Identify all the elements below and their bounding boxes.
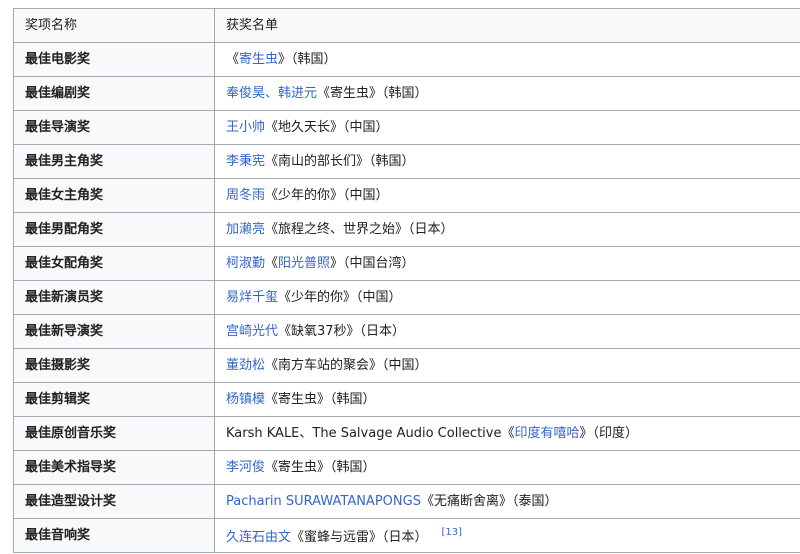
column-header-winners: 获奖名单: [214, 8, 800, 43]
winner-link[interactable]: 易烊千玺: [226, 290, 278, 305]
winners-cell: 久连石由文《蜜蜂与远雷》（日本） [13]: [214, 518, 800, 553]
winner-text: 《: [265, 255, 279, 271]
table-row: 最佳男配角奖 加濑亮《旅程之终、世界之始》（日本）: [13, 212, 800, 247]
winner-link[interactable]: 久连石由文: [226, 530, 291, 545]
winner-link[interactable]: 周冬雨: [226, 188, 265, 203]
winner-link[interactable]: 寄生虫: [239, 52, 278, 67]
winners-cell: 柯淑勤《阳光普照》（中国台湾）: [214, 246, 800, 281]
table-row: 最佳摄影奖 董劲松《南方车站的聚会》（中国）: [13, 348, 800, 383]
column-header-award: 奖项名称: [13, 8, 215, 43]
award-name-cell: 最佳造型设计奖: [13, 484, 215, 519]
winner-link[interactable]: 加濑亮: [226, 222, 265, 237]
award-name-cell: 最佳电影奖: [13, 42, 215, 77]
table-row: 最佳电影奖 《寄生虫》（韩国）: [13, 42, 800, 77]
winners-cell: 《寄生虫》（韩国）: [214, 42, 800, 77]
winner-link[interactable]: 董劲松: [226, 358, 265, 373]
table-row: 最佳新演员奖 易烊千玺《少年的你》（中国）: [13, 280, 800, 315]
award-name-cell: 最佳剪辑奖: [13, 382, 215, 417]
table-body: 最佳电影奖 《寄生虫》（韩国） 最佳编剧奖 奉俊昊、韩进元《寄生虫》（韩国） 最佳导演奖…: [13, 42, 800, 553]
winner-text: 》（中国台湾）: [330, 255, 415, 271]
winner-link[interactable]: 奉俊昊、韩进元: [226, 86, 317, 101]
table-row: 最佳导演奖 王小帅《地久天长》（中国）: [13, 110, 800, 145]
table-row: 最佳编剧奖 奉俊昊、韩进元《寄生虫》（韩国）: [13, 76, 800, 111]
winner-link[interactable]: 印度有嘻哈: [514, 426, 579, 441]
winner-text: 》（印度）: [579, 425, 638, 441]
winner-text: 《寄生虫》（韩国）: [317, 85, 428, 101]
award-name-cell: 最佳新导演奖: [13, 314, 215, 349]
table-row: 最佳剪辑奖 杨镇模《寄生虫》（韩国）: [13, 382, 800, 417]
winner-text: 《南山的部长们》（韩国）: [265, 153, 415, 169]
winner-text: 《无痛断舍离》（泰国）: [420, 493, 558, 509]
winner-text: 《地久天长》（中国）: [265, 119, 389, 135]
table-row: 最佳女主角奖 周冬雨《少年的你》（中国）: [13, 178, 800, 213]
winners-cell: 周冬雨《少年的你》（中国）: [214, 178, 800, 213]
winners-cell: 加濑亮《旅程之终、世界之始》（日本）: [214, 212, 800, 247]
winner-text: 《旅程之终、世界之始》（日本）: [265, 221, 454, 237]
award-name-cell: 最佳美术指导奖: [13, 450, 215, 485]
winner-text: 《南方车站的聚会》（中国）: [265, 357, 428, 373]
award-name-cell: 最佳女主角奖: [13, 178, 215, 213]
winner-text: 》（韩国）: [278, 51, 337, 67]
winner-link[interactable]: 李河俊: [226, 460, 265, 475]
table-row: 最佳原创音乐奖 Karsh KALE、The Salvage Audio Coll…: [13, 416, 800, 451]
winners-cell: 杨镇模《寄生虫》（韩国）: [214, 382, 800, 417]
award-name-cell: 最佳编剧奖: [13, 76, 215, 111]
awards-table: 奖项名称 获奖名单 最佳电影奖 《寄生虫》（韩国） 最佳编剧奖 奉俊昊、韩进元《寄生虫…: [13, 8, 800, 553]
table-header-row: 奖项名称 获奖名单: [13, 8, 800, 43]
winners-cell: 董劲松《南方车站的聚会》（中国）: [214, 348, 800, 383]
reference-link[interactable]: [13]: [442, 527, 463, 538]
winners-cell: 易烊千玺《少年的你》（中国）: [214, 280, 800, 315]
winner-text: 《少年的你》（中国）: [278, 289, 402, 305]
winner-link[interactable]: 宫崎光代: [226, 324, 278, 339]
awards-table-container: 奖项名称 获奖名单 最佳电影奖 《寄生虫》（韩国） 最佳编剧奖 奉俊昊、韩进元《寄生虫…: [13, 8, 800, 553]
table-row: 最佳造型设计奖 Pacharin SURAWATANAPONGS《无痛断舍离》（泰…: [13, 484, 800, 519]
winner-text: 《缺氧37秒》（日本）: [278, 323, 406, 339]
award-name-cell: 最佳新演员奖: [13, 280, 215, 315]
winners-cell: Pacharin SURAWATANAPONGS《无痛断舍离》（泰国）: [214, 484, 800, 519]
winners-cell: 王小帅《地久天长》（中国）: [214, 110, 800, 145]
winner-link[interactable]: 王小帅: [226, 120, 265, 135]
award-name-cell: 最佳导演奖: [13, 110, 215, 145]
award-name-cell: 最佳男配角奖: [13, 212, 215, 247]
winners-cell: Karsh KALE、The Salvage Audio Collective《…: [214, 416, 800, 451]
award-name-cell: 最佳女配角奖: [13, 246, 215, 281]
winner-link[interactable]: Pacharin SURAWATANAPONGS: [226, 494, 421, 509]
award-name-cell: 最佳音响奖: [13, 518, 215, 553]
winner-link[interactable]: 李秉宪: [226, 154, 265, 169]
winner-text: 《寄生虫》（韩国）: [265, 459, 376, 475]
award-name-cell: 最佳男主角奖: [13, 144, 215, 179]
winner-text: 《少年的你》（中国）: [265, 187, 389, 203]
table-row: 最佳音响奖 久连石由文《蜜蜂与远雷》（日本） [13]: [13, 518, 800, 553]
winner-text: Karsh KALE、The Salvage Audio Collective《: [226, 425, 515, 441]
table-row: 最佳男主角奖 李秉宪《南山的部长们》（韩国）: [13, 144, 800, 179]
table-row: 最佳新导演奖 宫崎光代《缺氧37秒》（日本）: [13, 314, 800, 349]
winners-cell: 宫崎光代《缺氧37秒》（日本）: [214, 314, 800, 349]
winner-text: 《: [226, 51, 240, 67]
winner-link[interactable]: 阳光普照: [278, 256, 330, 271]
winners-cell: 李河俊《寄生虫》（韩国）: [214, 450, 800, 485]
winner-text: 《寄生虫》（韩国）: [265, 391, 376, 407]
winners-cell: 奉俊昊、韩进元《寄生虫》（韩国）: [214, 76, 800, 111]
winner-link[interactable]: 柯淑勤: [226, 256, 265, 271]
winners-cell: 李秉宪《南山的部长们》（韩国）: [214, 144, 800, 179]
table-row: 最佳美术指导奖 李河俊《寄生虫》（韩国）: [13, 450, 800, 485]
winner-text: 《蜜蜂与远雷》（日本）: [291, 530, 428, 545]
award-name-cell: 最佳原创音乐奖: [13, 416, 215, 451]
table-row: 最佳女配角奖 柯淑勤《阳光普照》（中国台湾）: [13, 246, 800, 281]
winner-link[interactable]: 杨镇模: [226, 392, 265, 407]
award-name-cell: 最佳摄影奖: [13, 348, 215, 383]
